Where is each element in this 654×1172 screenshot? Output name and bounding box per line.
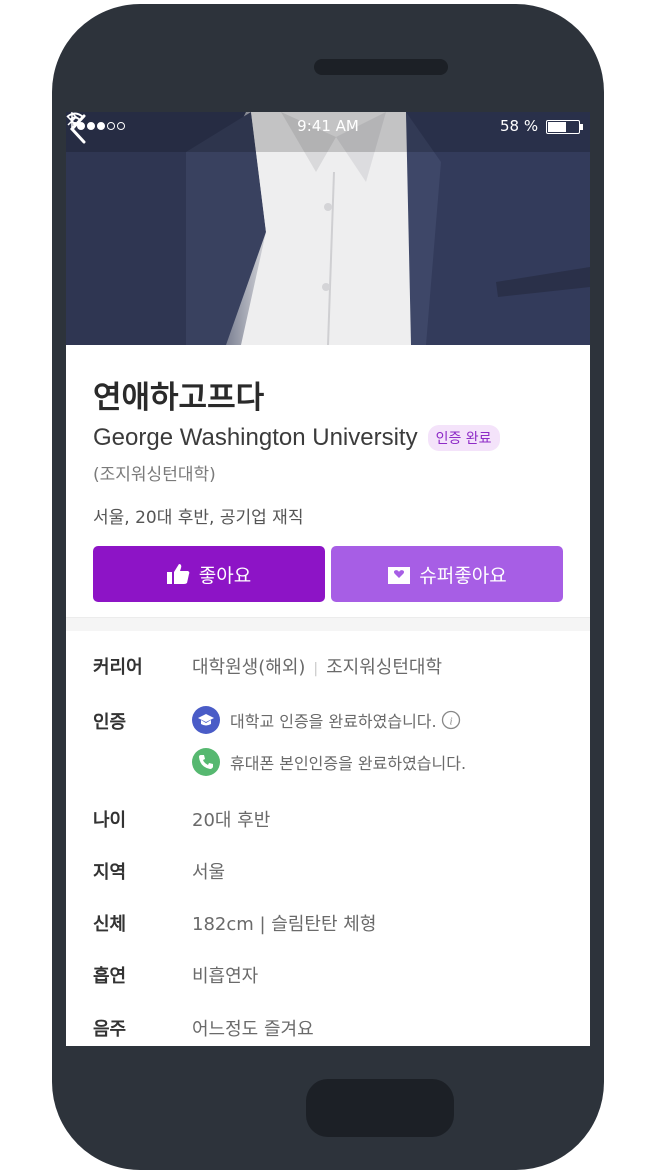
university-verification-text: 대학교 인증을 완료하였습니다. <box>230 712 437 731</box>
back-icon[interactable] <box>66 112 94 146</box>
svg-text:i: i <box>449 716 452 728</box>
status-bar: 9:41 AM 58 % <box>66 112 590 140</box>
verification-label: 인증 <box>93 712 127 733</box>
age-label: 나이 <box>93 810 127 831</box>
smoking-value: 비흡연자 <box>192 966 259 987</box>
phone-verification-text: 휴대폰 본인인증을 완료하였습니다. <box>230 754 467 773</box>
heart-envelope-icon <box>388 567 411 584</box>
drinking-label: 음주 <box>93 1019 127 1040</box>
age-value: 20대 후반 <box>192 810 271 831</box>
smoking-label: 흡연 <box>93 966 127 987</box>
body-label: 신체 <box>93 914 127 935</box>
like-button[interactable]: 좋아요 <box>93 546 325 602</box>
graduation-cap-icon <box>192 706 220 734</box>
phone-speaker <box>314 59 448 75</box>
school-name: George Washington University <box>93 424 418 451</box>
battery-percent: 58 % <box>500 117 539 135</box>
info-icon[interactable]: i <box>441 710 461 730</box>
drinking-value: 어느정도 즐겨요 <box>192 1019 314 1040</box>
super-like-button[interactable]: 슈퍼좋아요 <box>331 546 563 602</box>
region-value: 서울 <box>192 862 226 883</box>
section-divider <box>66 617 590 631</box>
region-label: 지역 <box>93 862 127 883</box>
home-button[interactable] <box>306 1079 454 1137</box>
thumbs-up-icon <box>166 564 190 584</box>
verified-badge: 인증 완료 <box>427 425 500 451</box>
profile-photo: 9:41 AM 58 % <box>66 112 590 345</box>
school-name-korean: (조지워싱턴대학) <box>93 465 216 485</box>
super-like-button-label: 슈퍼좋아요 <box>419 564 507 587</box>
profile-nickname: 연애하고프다 <box>93 380 265 416</box>
career-value-1: 대학원생(해외) <box>192 657 306 678</box>
body-value: 182cm | 슬림탄탄 체형 <box>192 914 377 935</box>
phone-icon <box>192 748 220 776</box>
phone-verification: 휴대폰 본인인증을 완료하였습니다. <box>192 748 466 776</box>
career-value: 대학원생(해외) | 조지워싱턴대학 <box>192 657 443 678</box>
battery-icon <box>546 120 580 134</box>
university-verification: 대학교 인증을 완료하였습니다. i <box>192 706 461 734</box>
profile-photo-illustration <box>66 112 590 345</box>
app-screen: 9:41 AM 58 % 연애하고프다 George Washington Un… <box>66 112 590 1046</box>
school-row: George Washington University 인증 완료 <box>93 424 500 452</box>
profile-summary: 서울, 20대 후반, 공기업 재직 <box>93 508 304 528</box>
career-value-2: 조지워싱턴대학 <box>326 657 443 678</box>
like-button-label: 좋아요 <box>198 564 252 587</box>
career-label: 커리어 <box>93 657 143 678</box>
